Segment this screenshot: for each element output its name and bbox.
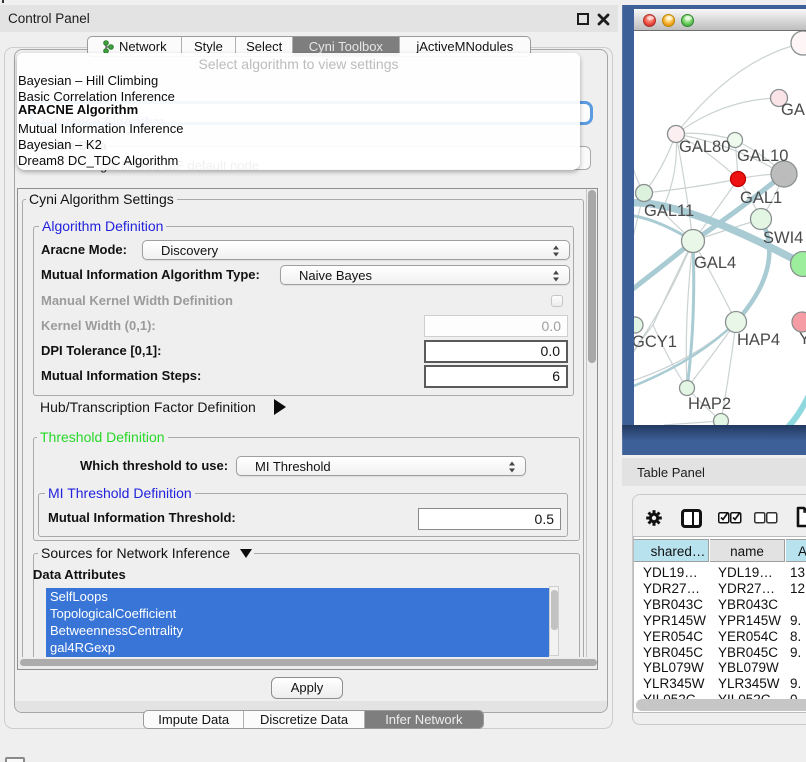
svg-text:GAL1: GAL1	[740, 189, 782, 207]
svg-text:GAL80: GAL80	[679, 138, 730, 156]
svg-text:GAL11: GAL11	[644, 202, 694, 220]
svg-text:GAL10: GAL10	[737, 147, 788, 165]
svg-text:SWI4: SWI4	[763, 229, 803, 247]
svg-text:GAL3: GAL3	[781, 101, 806, 119]
svg-text:Y: Y	[799, 330, 806, 348]
svg-text:HAP2: HAP2	[688, 395, 731, 413]
svg-text:GAL4: GAL4	[694, 254, 736, 272]
svg-text:HAP4: HAP4	[737, 331, 780, 349]
svg-text:GCY1: GCY1	[634, 333, 677, 351]
